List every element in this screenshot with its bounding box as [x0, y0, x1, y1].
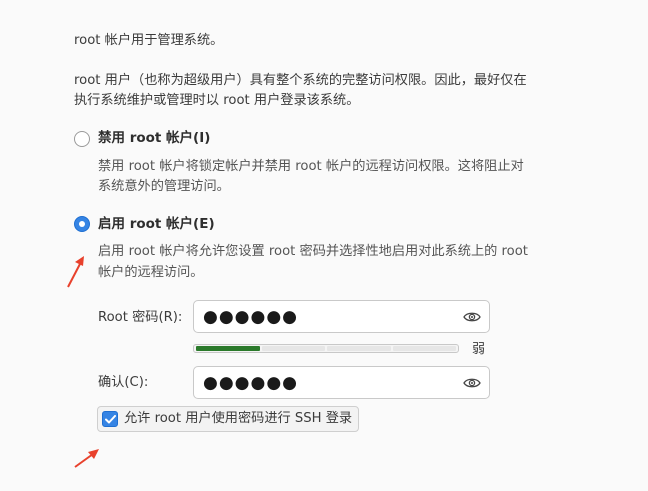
allow-ssh-label: 允许 root 用户使用密码进行 SSH 登录: [124, 411, 353, 426]
red-arrow-annotation: [67, 256, 84, 288]
enable-root-radio[interactable]: [74, 216, 90, 232]
confirm-password-label: 确认(C):: [98, 375, 149, 390]
eye-icon[interactable]: [463, 310, 481, 324]
strength-segment: [327, 346, 391, 351]
disable-root-radio[interactable]: [74, 131, 90, 147]
root-password-field[interactable]: ●●●●●●: [193, 300, 490, 333]
checkmark-icon: [104, 414, 116, 423]
password-strength-meter: [193, 344, 459, 353]
disable-root-desc-1: 禁用 root 帐户将锁定帐户并禁用 root 帐户的远程访问权限。这将阻止对: [98, 159, 524, 174]
root-account-page: root 帐户用于管理系统。 root 用户（也称为超级用户）具有整个系统的完整…: [0, 0, 648, 491]
strength-segment: [392, 346, 456, 351]
intro-line-1: root 帐户用于管理系统。: [74, 33, 224, 48]
confirm-password-field[interactable]: ●●●●●●: [193, 366, 490, 399]
disable-root-desc-2: 系统意外的管理访问。: [98, 179, 230, 194]
intro-line-2b: 执行系统维护或管理时以 root 用户登录该系统。: [74, 93, 360, 108]
root-password-label: Root 密码(R):: [98, 310, 183, 325]
enable-root-desc-2: 帐户的远程访问。: [98, 265, 204, 280]
enable-root-desc-1: 启用 root 帐户将允许您设置 root 密码并选择性地启用对此系统上的 ro…: [98, 244, 528, 259]
root-password-value: ●●●●●●: [203, 307, 299, 327]
red-arrow-annotation: [74, 449, 99, 468]
intro-line-2a: root 用户（也称为超级用户）具有整个系统的完整访问权限。因此，最好仅在: [74, 73, 527, 88]
allow-ssh-checkbox[interactable]: [102, 411, 118, 427]
allow-ssh-checkbox-row[interactable]: 允许 root 用户使用密码进行 SSH 登录: [97, 406, 360, 432]
enable-root-label[interactable]: 启用 root 帐户(E): [98, 214, 215, 234]
confirm-password-value: ●●●●●●: [203, 373, 299, 393]
eye-icon[interactable]: [463, 376, 481, 390]
disable-root-label[interactable]: 禁用 root 帐户(I): [98, 128, 210, 148]
strength-segment: [196, 346, 260, 351]
password-strength-label: 弱: [472, 342, 486, 357]
strength-segment: [261, 346, 325, 351]
